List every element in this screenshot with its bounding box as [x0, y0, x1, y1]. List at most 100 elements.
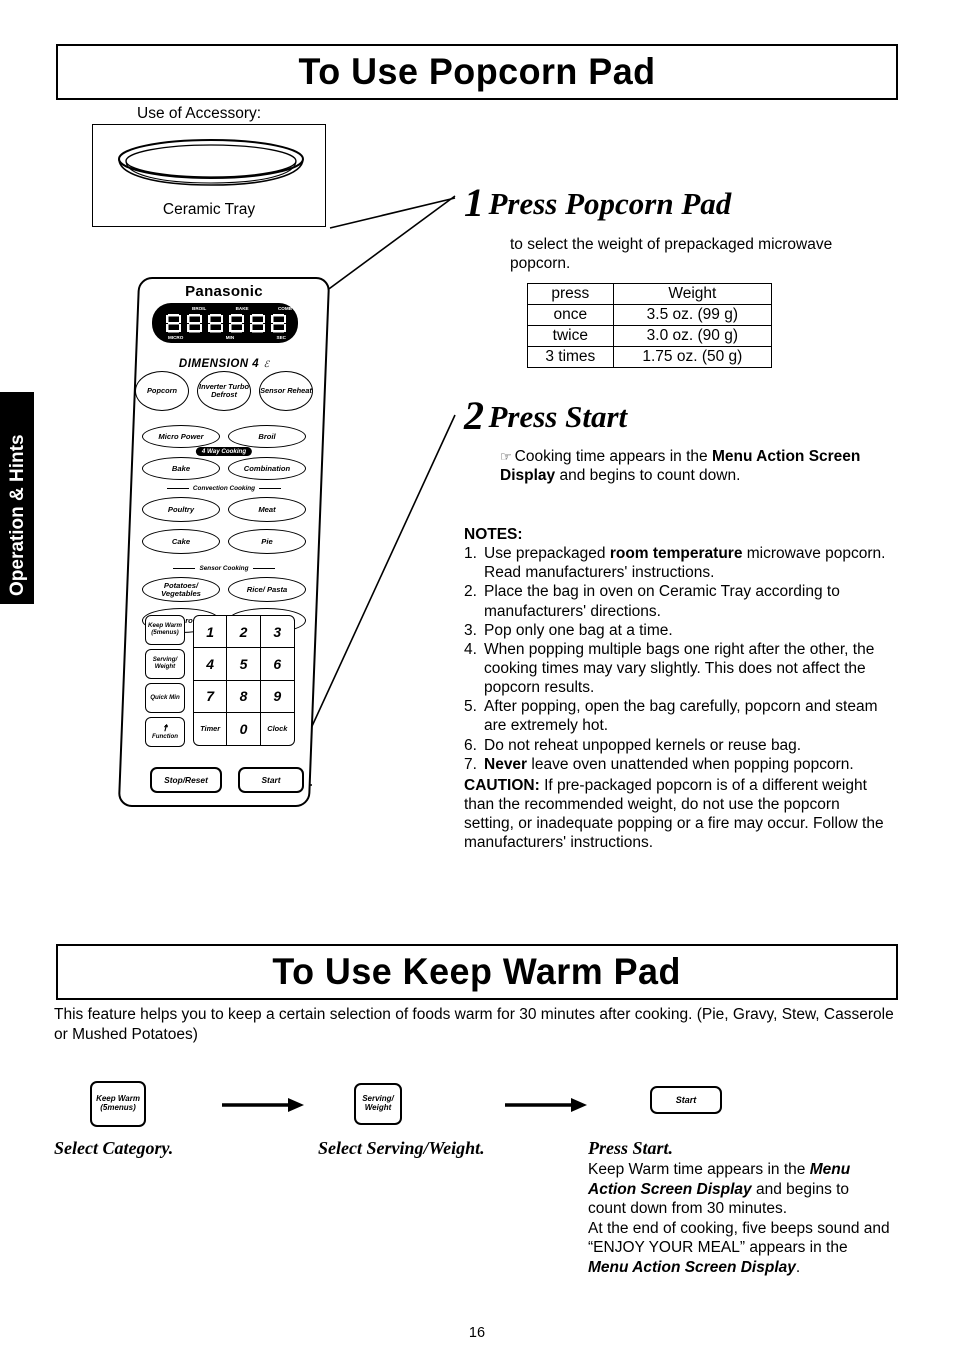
- step-2-heading: 2 Press Start: [464, 392, 627, 439]
- side-tab-operation-hints: Operation & Hints: [0, 392, 34, 604]
- popcorn-section-title: To Use Popcorn Pad: [298, 51, 656, 92]
- pad-serving-weight[interactable]: Serving/ Weight: [145, 649, 185, 679]
- kw-line2-b: .: [795, 1258, 801, 1276]
- display-indicator-sec: SEC: [276, 335, 286, 340]
- table-row: twice 3.0 oz. (90 g): [527, 325, 773, 347]
- side-tab-label: Operation & Hints: [7, 434, 28, 596]
- key-7[interactable]: 7: [194, 680, 228, 713]
- key-6[interactable]: 6: [260, 648, 294, 681]
- ceramic-tray-illustration: [118, 139, 304, 186]
- key-0[interactable]: 0: [227, 712, 261, 745]
- step-1-heading: 1 Press Popcorn Pad: [464, 179, 731, 226]
- note-text-before: Do not reheat unpopped kernels or reuse …: [484, 736, 802, 754]
- pad-combination[interactable]: Combination: [228, 457, 306, 480]
- flow-key-keep-warm[interactable]: Keep Warm (5menus): [90, 1081, 146, 1127]
- note-text: Never leave oven unattended when popping…: [484, 755, 890, 774]
- note-text-before: Place the bag in oven on Ceramic Tray ac…: [484, 583, 840, 620]
- accessory-box: Ceramic Tray: [92, 124, 326, 227]
- notes-block: NOTES: 1. Use prepackaged room temperatur…: [464, 525, 890, 852]
- table-header-row: press Weight: [527, 283, 773, 305]
- display-digit: [229, 313, 244, 333]
- note-text: Pop only one bag at a time.: [484, 621, 890, 640]
- cell-press: once: [527, 304, 614, 326]
- flow-caption-select-serving-weight: Select Serving/Weight.: [318, 1138, 485, 1158]
- pad-function-label: Function: [151, 732, 179, 740]
- flow-arrow-2: [505, 1098, 587, 1112]
- pad-potatoes-vegetables[interactable]: Potatoes/ Vegetables: [142, 577, 220, 602]
- key-3[interactable]: 3: [260, 616, 294, 649]
- note-text-before: When popping multiple bags one right aft…: [484, 640, 875, 697]
- flow-key-start[interactable]: Start: [650, 1086, 722, 1114]
- key-4[interactable]: 4: [194, 648, 228, 681]
- display-digit: [187, 313, 202, 333]
- pointing-hand-icon: ☞: [500, 449, 512, 464]
- flow-caption-press-start: Press Start.: [588, 1138, 674, 1158]
- pad-poultry[interactable]: Poultry: [142, 497, 220, 522]
- note-text-before: Use prepackaged: [484, 545, 610, 563]
- notes-list: 1. Use prepackaged room temperature micro…: [464, 544, 890, 774]
- step-2-description: ☞ Cooking time appears in the Menu Action…: [500, 447, 890, 486]
- dimension-branding: DIMENSION 4 ℰ: [128, 354, 320, 372]
- step-2-text-before: Cooking time appears in the: [514, 448, 712, 465]
- note-text: When popping multiple bags one right aft…: [484, 640, 890, 697]
- dimension-label: DIMENSION 4: [178, 358, 260, 370]
- key-5[interactable]: 5: [227, 648, 261, 681]
- list-item: 6. Do not reheat unpopped kernels or reus…: [464, 736, 890, 755]
- note-text: Do not reheat unpopped kernels or reuse …: [484, 736, 890, 755]
- step-2-number: 2: [464, 393, 484, 438]
- display-digit: [250, 313, 265, 333]
- pad-keep-warm[interactable]: Keep Warm (5menus): [145, 615, 185, 645]
- key-clock[interactable]: Clock: [261, 713, 294, 745]
- flow-arrow-1: [222, 1098, 304, 1112]
- kw-line2-bold: Menu Action Screen Display: [588, 1258, 796, 1276]
- pad-meat[interactable]: Meat: [228, 497, 306, 522]
- kw-line1-a: Keep Warm time appears in the: [588, 1161, 810, 1178]
- group-label-convection-text: Convection Cooking: [192, 485, 256, 492]
- list-item: 3. Pop only one bag at a time.: [464, 621, 890, 640]
- step-1-number: 1: [464, 180, 484, 225]
- key-8[interactable]: 8: [227, 680, 261, 713]
- note-text: Place the bag in oven on Ceramic Tray ac…: [484, 582, 890, 620]
- pad-stop-reset[interactable]: Stop/Reset: [150, 767, 222, 793]
- pad-cake[interactable]: Cake: [142, 529, 220, 554]
- pad-broil[interactable]: Broil: [228, 425, 306, 448]
- keepwarm-press-start-body: Keep Warm time appears in the Menu Actio…: [588, 1160, 890, 1277]
- pad-function[interactable]: ☨ Function: [145, 717, 185, 747]
- pad-micro-power[interactable]: Micro Power: [142, 425, 220, 448]
- pad-sensor-reheat[interactable]: Sensor Reheat: [259, 371, 313, 411]
- list-item: 2. Place the bag in oven on Ceramic Tray …: [464, 582, 890, 620]
- cell-weight: 3.5 oz. (99 g): [612, 304, 773, 326]
- note-number: 5.: [464, 698, 477, 716]
- group-label-sensor-cooking: Sensor Cooking: [128, 565, 320, 572]
- list-item: 4. When popping multiple bags one right a…: [464, 640, 890, 697]
- pad-popcorn[interactable]: Popcorn: [135, 371, 189, 411]
- cell-weight: 1.75 oz. (50 g): [612, 346, 773, 368]
- brand-logo: Panasonic: [185, 283, 263, 300]
- key-2[interactable]: 2: [227, 616, 261, 649]
- pad-quick-min[interactable]: Quick Min: [145, 683, 185, 713]
- note-text: After popping, open the bag carefully, p…: [484, 697, 890, 735]
- display-indicator-min: MIN: [225, 335, 235, 340]
- number-keypad: 1 2 3 4 5 6 7 8 9 Timer 0 Clock: [193, 615, 295, 746]
- dimension-script-logo: ℰ: [263, 359, 270, 369]
- key-timer[interactable]: Timer: [194, 712, 228, 745]
- display-indicator-broil: BROIL: [192, 306, 207, 311]
- step-1-description: to select the weight of prepackaged micr…: [510, 236, 833, 272]
- flow-key-serving-weight[interactable]: Serving/ Weight: [354, 1083, 402, 1125]
- key-1[interactable]: 1: [194, 616, 228, 649]
- list-item: 7. Never leave oven unattended when poppi…: [464, 755, 890, 774]
- pad-start[interactable]: Start: [238, 767, 304, 793]
- table-row: once 3.5 oz. (99 g): [527, 304, 773, 326]
- key-9[interactable]: 9: [260, 681, 294, 713]
- pad-rice-pasta[interactable]: Rice/ Pasta: [228, 577, 306, 602]
- pad-inverter-turbo-defrost[interactable]: Inverter Turbo Defrost: [197, 371, 251, 411]
- note-number: 1.: [464, 545, 477, 563]
- group-label-4way-cooking: 4 Way Cooking: [195, 447, 253, 456]
- section-banner-popcorn: To Use Popcorn Pad: [56, 44, 898, 100]
- control-panel-illustration: Panasonic BROIL BAKE COMB MICRO MIN SEC …: [117, 277, 331, 807]
- note-number: 6.: [464, 736, 477, 754]
- pad-bake[interactable]: Bake: [142, 457, 220, 480]
- note-text-bold: Never: [484, 755, 528, 773]
- section-banner-keepwarm: To Use Keep Warm Pad: [56, 944, 898, 1000]
- pad-pie[interactable]: Pie: [228, 529, 306, 554]
